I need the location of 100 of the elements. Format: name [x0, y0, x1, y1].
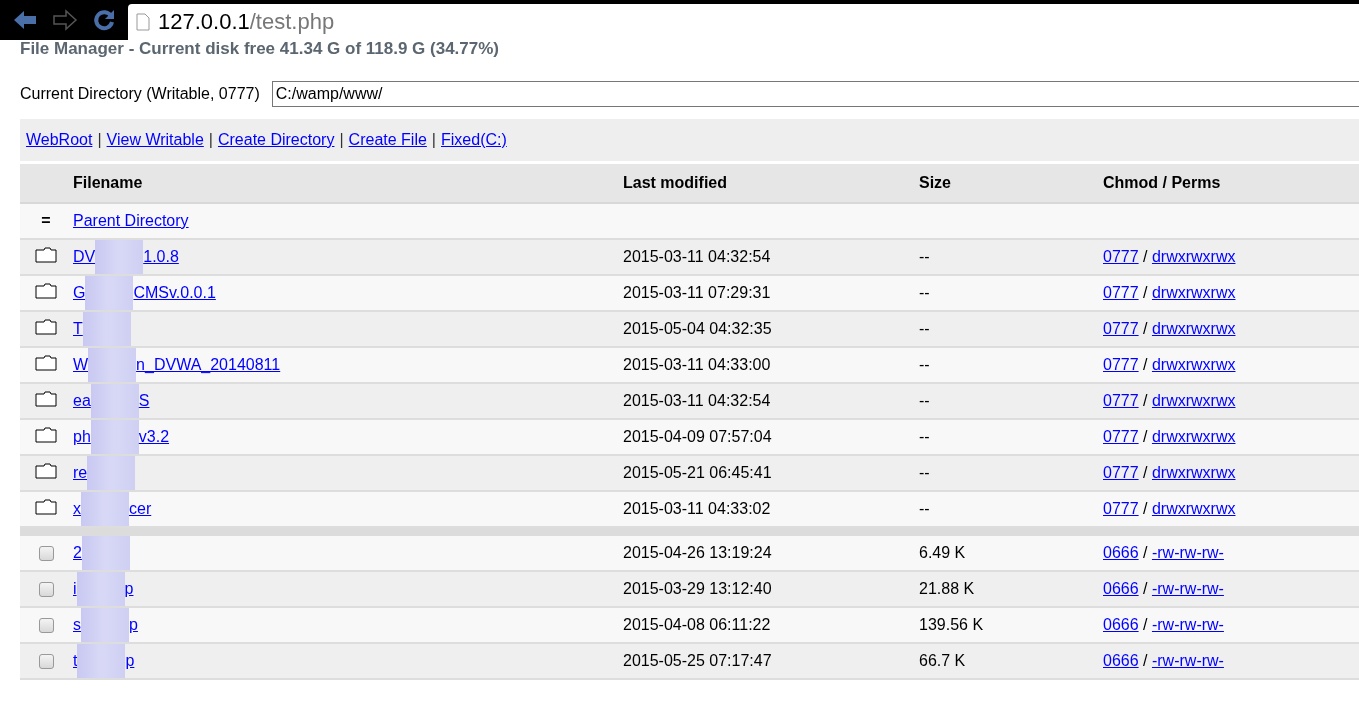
size-cell: 139.56 K: [919, 616, 984, 633]
perms-link[interactable]: drwxrwxrwx: [1151, 320, 1236, 337]
redaction-block: [90, 384, 139, 418]
perms-link[interactable]: -rw-rw-rw-: [1151, 544, 1224, 561]
mode-link[interactable]: 0777: [1103, 320, 1139, 337]
mode-link[interactable]: 0666: [1103, 580, 1139, 597]
perms-link[interactable]: drwxrwxrwx: [1151, 356, 1236, 373]
file-link[interactable]: CMSv.0.0.1: [133, 284, 216, 302]
slash: /: [1143, 392, 1148, 409]
nav-link[interactable]: Create Directory: [217, 131, 335, 149]
back-icon[interactable]: [12, 9, 38, 31]
folder-icon: [35, 283, 57, 299]
folder-icon: [35, 427, 57, 443]
perms-link[interactable]: drwxrwxrwx: [1151, 248, 1236, 265]
size-cell: --: [919, 320, 930, 337]
folder-icon: [35, 391, 57, 407]
parent-link[interactable]: Parent Directory: [73, 212, 189, 229]
checkbox[interactable]: [38, 546, 54, 562]
mode-link[interactable]: 0666: [1103, 544, 1139, 561]
mode-link[interactable]: 0777: [1103, 428, 1139, 445]
separator: |: [431, 131, 436, 149]
reload-icon[interactable]: [92, 8, 116, 32]
perms-link[interactable]: drwxrwxrwx: [1151, 428, 1236, 445]
date-cell: 2015-04-09 07:57:04: [623, 428, 772, 445]
folder-icon: [35, 499, 57, 515]
address-bar[interactable]: 127.0.0.1/test.php: [128, 4, 1359, 40]
perms-link[interactable]: drwxrwxrwx: [1151, 284, 1236, 301]
separator: |: [208, 131, 213, 149]
checkbox[interactable]: [38, 618, 54, 634]
file-link[interactable]: n_DVWA_20140811: [136, 356, 281, 374]
file-link[interactable]: t: [73, 652, 78, 670]
perms-link[interactable]: drwxrwxrwx: [1151, 464, 1236, 481]
mode-link[interactable]: 0666: [1103, 616, 1139, 633]
date-cell: 2015-03-11 04:33:02: [623, 500, 771, 517]
slash: /: [1143, 616, 1148, 633]
size-cell: --: [919, 428, 930, 445]
file-link[interactable]: T: [73, 320, 83, 338]
forward-icon[interactable]: [52, 9, 78, 31]
perms-link[interactable]: -rw-rw-rw-: [1151, 580, 1224, 597]
file-link[interactable]: DV: [73, 248, 96, 266]
size-cell: 21.88 K: [919, 580, 975, 597]
column-header: Chmod / Perms: [1102, 164, 1359, 203]
file-link[interactable]: p: [129, 616, 138, 634]
slash: /: [1143, 320, 1148, 337]
checkbox[interactable]: [38, 582, 54, 598]
file-link[interactable]: p: [125, 652, 135, 670]
perms-link[interactable]: -rw-rw-rw-: [1151, 616, 1224, 633]
mode-link[interactable]: 0777: [1103, 284, 1139, 301]
file-link[interactable]: 1.0.8: [143, 248, 179, 266]
file-link[interactable]: ph: [73, 428, 91, 446]
slash: /: [1143, 464, 1148, 481]
size-cell: --: [919, 464, 930, 481]
mode-link[interactable]: 0777: [1103, 248, 1139, 265]
slash: /: [1143, 428, 1148, 445]
file-link[interactable]: G: [73, 284, 86, 302]
column-header: Size: [918, 164, 1102, 203]
slash: /: [1143, 284, 1148, 301]
nav-link[interactable]: WebRoot: [26, 131, 93, 149]
redaction-block: [81, 608, 129, 642]
redaction-block: [77, 644, 126, 678]
redaction-block: [76, 572, 125, 606]
file-link[interactable]: S: [138, 392, 150, 410]
file-link[interactable]: i: [73, 580, 77, 598]
file-link[interactable]: x: [73, 500, 81, 518]
mode-link[interactable]: 0666: [1103, 652, 1139, 669]
directory-field[interactable]: C:/wamp/www/: [271, 81, 1359, 107]
perms-link[interactable]: drwxrwxrwx: [1151, 392, 1236, 409]
date-cell: 2015-03-11 04:33:00: [623, 356, 771, 373]
mode-link[interactable]: 0777: [1103, 464, 1139, 481]
folder-icon: [35, 319, 57, 335]
nav-link[interactable]: View Writable: [106, 131, 204, 149]
page-title: File Manager - Current disk free 41.34 G of 118.9 G (34.77%): [20, 40, 501, 58]
date-cell: 2015-05-25 07:17:47: [623, 652, 772, 669]
file-link[interactable]: s: [73, 616, 81, 634]
nav-link[interactable]: Fixed(C:): [441, 131, 507, 149]
checkbox[interactable]: [38, 654, 54, 670]
date-cell: 2015-05-21 06:45:41: [623, 464, 772, 481]
date-cell: 2015-03-11 07:29:31: [623, 284, 771, 301]
file-link[interactable]: p: [124, 580, 134, 598]
perms-link[interactable]: -rw-rw-rw-: [1151, 652, 1224, 669]
redaction-block: [87, 456, 136, 490]
column-header: Last modified: [622, 164, 918, 203]
parent-marker: =: [41, 212, 51, 229]
folder-icon: [35, 463, 57, 479]
file-link[interactable]: W: [73, 356, 89, 374]
date-cell: 2015-03-29 13:12:40: [623, 580, 772, 597]
folder-icon: [35, 247, 57, 263]
mode-link[interactable]: 0777: [1103, 356, 1139, 373]
mode-link[interactable]: 0777: [1103, 500, 1139, 517]
size-cell: 6.49 K: [919, 544, 966, 561]
mode-link[interactable]: 0777: [1103, 392, 1139, 409]
size-cell: --: [919, 284, 930, 301]
file-link[interactable]: 2: [73, 544, 82, 562]
column-header: Filename: [72, 164, 622, 203]
file-link[interactable]: cer: [129, 500, 152, 518]
nav-link[interactable]: Create File: [348, 131, 427, 149]
file-link[interactable]: v3.2: [138, 428, 170, 446]
perms-link[interactable]: drwxrwxrwx: [1151, 500, 1236, 517]
file-link[interactable]: ea: [73, 392, 91, 410]
file-link[interactable]: re: [73, 464, 88, 482]
